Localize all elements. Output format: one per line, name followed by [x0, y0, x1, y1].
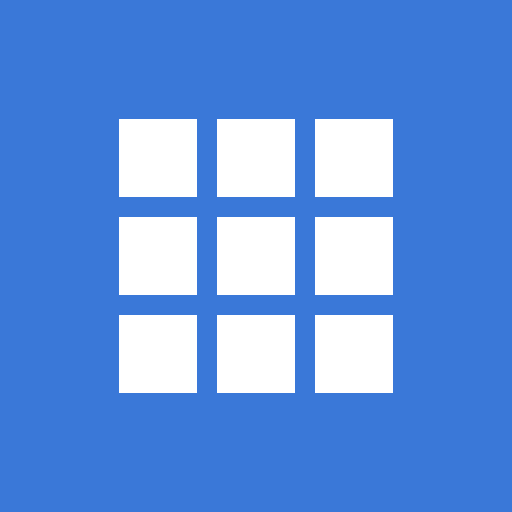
grid-tile: [119, 119, 197, 197]
grid-tile: [315, 119, 393, 197]
grid-tile: [217, 119, 295, 197]
grid-tile: [217, 217, 295, 295]
app-icon: [0, 0, 512, 512]
grid-tile: [315, 217, 393, 295]
grid-tile: [119, 315, 197, 393]
grid-tile: [119, 217, 197, 295]
grid-3x3-icon: [119, 119, 393, 393]
grid-tile: [315, 315, 393, 393]
grid-tile: [217, 315, 295, 393]
